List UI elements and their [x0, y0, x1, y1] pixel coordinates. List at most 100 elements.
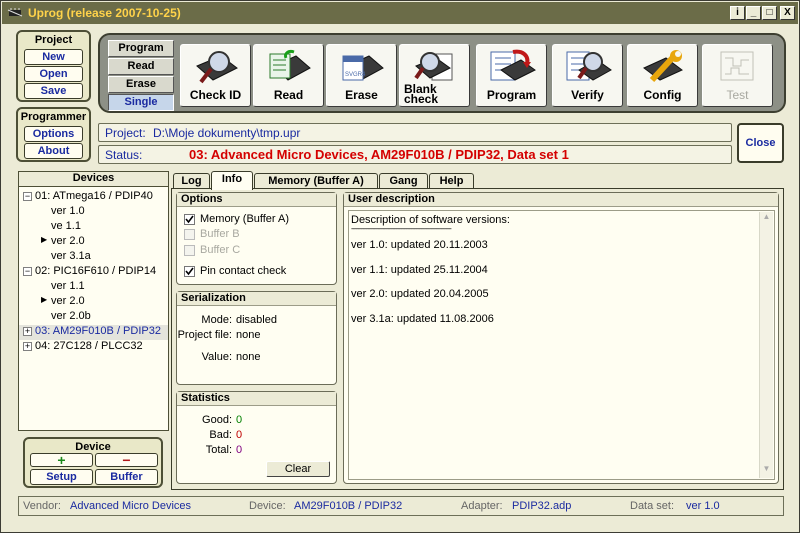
device-version-item[interactable]: ▶ ver 2.0	[19, 295, 168, 310]
good-label: Good:	[202, 414, 232, 426]
collapse-icon[interactable]: −	[23, 192, 32, 201]
buffer-button[interactable]: Buffer	[95, 469, 158, 485]
option-label: Memory (Buffer A)	[200, 213, 290, 225]
read-label: Read	[273, 88, 304, 102]
add-device-button[interactable]: +	[30, 453, 93, 467]
description-separator: ----------------------------------------…	[351, 224, 452, 233]
about-button[interactable]: About	[24, 143, 83, 159]
option-label: Buffer C	[200, 244, 241, 256]
footer-bar: Vendor: Advanced Micro Devices Device: A…	[18, 496, 784, 516]
programmer-panel-title: Programmer	[20, 111, 87, 123]
mode-single-button[interactable]: Single	[108, 94, 174, 111]
description-line: ver 3.1a: updated 11.08.2006	[351, 313, 494, 325]
device-label: Device:	[249, 500, 286, 512]
collapse-icon[interactable]: −	[23, 267, 32, 276]
device-tree-label: 04: 27C128 / PLCC32	[35, 340, 143, 352]
program-label: Program	[486, 88, 537, 102]
toolbar-chip-logo: SVGR4	[345, 72, 366, 78]
options-button[interactable]: Options	[24, 126, 83, 142]
main-window: Uprog (release 2007-10-25) i _ □ X Proje…	[0, 0, 800, 533]
verify-button[interactable]: Verify	[552, 44, 623, 107]
close-window-button[interactable]: X	[780, 6, 795, 20]
mode-label: Mode:	[201, 314, 232, 326]
device-version-item[interactable]: ver 1.0	[19, 205, 168, 220]
tab-help[interactable]: Help	[429, 173, 474, 189]
serialization-group: Serialization Mode: disabled Project fil…	[176, 291, 337, 385]
device-tree-item[interactable]: +04: 27C128 / PLCC32	[19, 340, 168, 355]
project-bar: Project: D:\Moje dokumenty\tmp.upr	[98, 123, 732, 142]
status-bar: Status: 03: Advanced Micro Devices, AM29…	[98, 145, 732, 164]
verify-label: Verify	[571, 88, 604, 102]
new-button[interactable]: New	[24, 49, 83, 65]
chip-config-icon	[643, 50, 683, 83]
device-version-item[interactable]: ve 1.1	[19, 220, 168, 235]
value-value: none	[236, 351, 261, 363]
program-button[interactable]: Program	[476, 44, 547, 107]
option-checkbox[interactable]	[184, 229, 195, 240]
maximize-button[interactable]: □	[762, 6, 777, 20]
tab-info[interactable]: Info	[211, 171, 253, 190]
scroll-down-icon[interactable]: ▼	[760, 464, 773, 478]
setup-button[interactable]: Setup	[30, 469, 93, 485]
config-button[interactable]: Config	[627, 44, 698, 107]
programmer-panel: Programmer Options About	[16, 107, 91, 162]
device-version-item[interactable]: ▶ ver 2.0	[19, 235, 168, 250]
title-bar[interactable]: Uprog (release 2007-10-25) i _ □ X	[2, 2, 798, 24]
device-tree-label: ver 3.1a	[51, 250, 91, 262]
device-tree-label: ver 2.0b	[51, 310, 91, 322]
test-label: Test	[726, 88, 749, 102]
check-id-button[interactable]: Check ID	[180, 44, 251, 107]
vendor-label: Vendor:	[23, 500, 61, 512]
erase-button[interactable]: SVGR4 Erase	[326, 44, 397, 107]
chip-program-icon	[490, 49, 536, 81]
user-description-group: User description Description of software…	[343, 192, 779, 484]
mode-read-button[interactable]: Read	[108, 58, 174, 75]
plus-icon: +	[57, 452, 66, 468]
option-checkbox[interactable]	[184, 214, 195, 225]
device-tree-item[interactable]: −02: PIC16F610 / PDIP14	[19, 265, 168, 280]
read-button[interactable]: Read	[253, 44, 324, 107]
toolbar: Program Read Erase Single Check ID Read	[98, 33, 786, 113]
device-tree-item[interactable]: −01: ATmega16 / PDIP40	[19, 190, 168, 205]
expand-icon[interactable]: +	[23, 327, 32, 336]
close-button[interactable]: Close	[737, 123, 784, 163]
statistics-group: Statistics Good: 0 Bad: 0 Total: 0 Clear	[176, 391, 337, 484]
tab-gang[interactable]: Gang	[379, 173, 428, 189]
tab-memory[interactable]: Memory (Buffer A)	[254, 173, 378, 189]
expand-icon[interactable]: +	[23, 342, 32, 351]
device-version-item[interactable]: ver 1.1	[19, 280, 168, 295]
vendor-value: Advanced Micro Devices	[70, 500, 192, 512]
chip-erase-icon: SVGR4	[342, 55, 384, 81]
remove-device-button[interactable]: −	[95, 453, 158, 467]
tab-log[interactable]: Log	[173, 173, 210, 189]
test-button[interactable]: Test	[702, 44, 773, 107]
device-version-item[interactable]: ver 2.0b	[19, 310, 168, 325]
device-tree-label: 02: PIC16F610 / PDIP14	[35, 265, 157, 277]
user-description-box[interactable]: Description of software versions: ------…	[348, 210, 775, 480]
device-tree-label: 01: ATmega16 / PDIP40	[35, 190, 153, 202]
minus-icon: −	[122, 452, 131, 468]
device-panel-title: Device	[75, 441, 111, 453]
checkmark-icon	[185, 215, 194, 224]
info-button[interactable]: i	[730, 6, 745, 20]
project-panel: Project New Open Save	[16, 30, 91, 102]
open-button[interactable]: Open	[24, 66, 83, 82]
vertical-scrollbar[interactable]: ▲ ▼	[759, 212, 773, 478]
mode-erase-button[interactable]: Erase	[108, 76, 174, 93]
minimize-button[interactable]: _	[746, 6, 761, 20]
scroll-up-icon[interactable]: ▲	[760, 212, 773, 226]
blank-check-button[interactable]: Blank check	[399, 44, 470, 107]
statistics-title: Statistics	[177, 392, 336, 406]
option-checkbox[interactable]	[184, 245, 195, 256]
device-version-item[interactable]: ver 3.1a	[19, 250, 168, 265]
app-chip-icon	[7, 8, 23, 17]
erase-label: Erase	[345, 88, 378, 102]
save-button[interactable]: Save	[24, 83, 83, 99]
chip-verify-icon	[566, 51, 612, 81]
device-panel: Device + − Setup Buffer	[23, 437, 163, 488]
option-checkbox[interactable]	[184, 266, 195, 277]
value-label: Value:	[201, 351, 232, 363]
device-tree-item[interactable]: +03: AM29F010B / PDIP32	[19, 325, 168, 340]
mode-program-button[interactable]: Program	[108, 40, 174, 57]
clear-button[interactable]: Clear	[266, 461, 330, 477]
